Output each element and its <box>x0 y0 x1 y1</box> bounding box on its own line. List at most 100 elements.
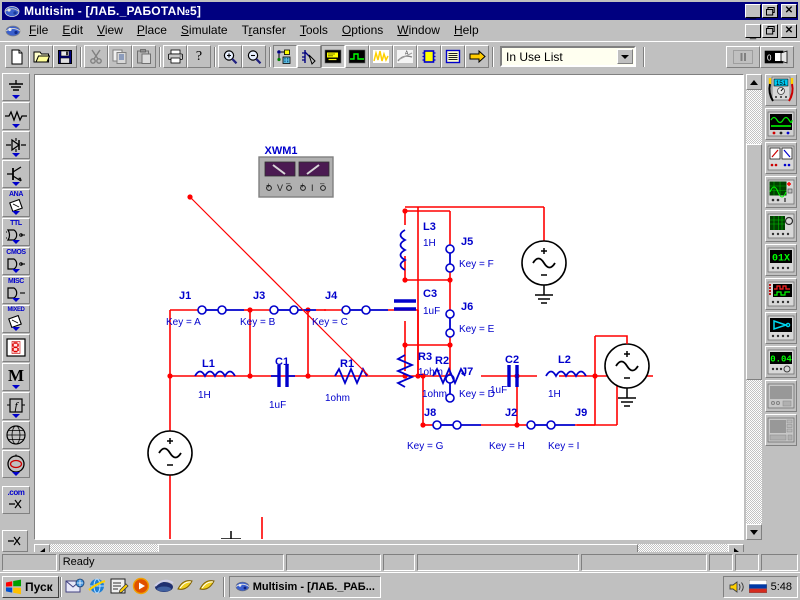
edu-shortcut-button[interactable] <box>2 530 28 552</box>
edu-palette-button[interactable]: .com <box>2 486 30 514</box>
cut-button[interactable] <box>84 45 108 68</box>
russian-flag-icon[interactable] <box>748 580 767 593</box>
status-panel-6 <box>735 553 760 571</box>
ground-left <box>221 531 241 539</box>
menu-file[interactable]: FFileile <box>22 21 55 40</box>
network-analyzer-button[interactable] <box>765 414 797 446</box>
speaker-icon[interactable] <box>729 580 745 594</box>
svg-text:Key = I: Key = I <box>548 441 579 452</box>
pause-simulation-button[interactable] <box>726 45 760 68</box>
shortcut-icon-1[interactable] <box>175 577 195 597</box>
run-simulation-button[interactable]: 0 <box>760 45 794 68</box>
properties-button[interactable] <box>321 45 345 68</box>
status-message: Ready <box>58 553 284 571</box>
menu-edit[interactable]: Edit <box>55 21 90 40</box>
svg-text:J7: J7 <box>461 366 473 378</box>
analog-palette-button[interactable]: ANA <box>2 189 30 217</box>
multisim-icon <box>235 581 249 592</box>
save-file-button[interactable] <box>53 45 77 68</box>
shortcut-icon-2[interactable] <box>197 577 217 597</box>
minimize-button[interactable]: _ <box>745 4 761 20</box>
paste-button[interactable] <box>132 45 156 68</box>
mdi-minimize-button[interactable]: _ <box>745 23 761 39</box>
menu-simulate[interactable]: Simulate <box>174 21 235 40</box>
logic-analyzer-button[interactable] <box>765 278 797 310</box>
indicators-palette-button[interactable] <box>2 334 30 362</box>
menu-options[interactable]: Options <box>335 21 390 40</box>
vertical-scroll-thumb[interactable] <box>746 144 762 380</box>
ic-button[interactable] <box>417 45 441 68</box>
zoom-out-button[interactable] <box>242 45 266 68</box>
restore-button[interactable] <box>762 4 778 18</box>
close-button[interactable]: ✕ <box>781 4 797 18</box>
netlist-button[interactable] <box>297 45 321 68</box>
in-use-list-combo[interactable]: In Use List <box>500 46 636 67</box>
schematic-document-window: .w { stroke:#ff0000; stroke-width:1.6; f… <box>32 72 762 560</box>
mixed-palette-button[interactable]: MIXED <box>2 305 30 333</box>
ttl-palette-button[interactable]: TTL <box>2 218 30 246</box>
wattmeter-button[interactable] <box>765 142 797 174</box>
zoom-in-button[interactable] <box>218 45 242 68</box>
spectrum-analyzer-button[interactable] <box>765 380 797 412</box>
clock[interactable]: 5:48 <box>771 581 792 593</box>
logic-converter-button[interactable] <box>765 312 797 344</box>
oscilloscope-instrument-button[interactable] <box>765 176 797 208</box>
misc-digital-palette-button[interactable]: MISC <box>2 276 30 304</box>
list-button[interactable] <box>441 45 465 68</box>
misc-components-palette-button[interactable]: M <box>2 363 30 391</box>
winamp-icon[interactable] <box>153 577 174 597</box>
taskbar-item-multisim[interactable]: Multisim - [ЛАБ._РАБ... <box>228 575 381 598</box>
multimeter-button[interactable]: 151 <box>765 74 797 106</box>
rf-palette-button[interactable] <box>2 421 30 449</box>
media-player-icon[interactable] <box>131 577 151 597</box>
print-button[interactable] <box>163 45 187 68</box>
outlook-express-icon[interactable] <box>65 577 85 597</box>
analysis-button[interactable] <box>369 45 393 68</box>
basic-palette-button[interactable] <box>2 102 30 130</box>
start-button[interactable]: Пуск <box>2 575 59 598</box>
multisim-icon <box>4 4 20 19</box>
distortion-analyzer-button[interactable]: 0.04 <box>765 346 797 378</box>
svg-text:01X: 01X <box>772 254 790 265</box>
notepad-icon[interactable] <box>109 577 129 597</box>
help-button[interactable]: ? <box>187 45 211 68</box>
mdi-document-icon[interactable] <box>4 23 22 39</box>
sources-palette-button[interactable] <box>2 73 30 101</box>
main-toolbar: ? A In Use List 0 <box>0 41 800 71</box>
mdi-restore-button[interactable] <box>762 23 778 38</box>
postprocessor-button[interactable]: A <box>393 45 417 68</box>
electromech-palette-button[interactable] <box>2 450 30 478</box>
transistors-palette-button[interactable] <box>2 160 30 188</box>
schematic-canvas[interactable]: .w { stroke:#ff0000; stroke-width:1.6; f… <box>34 74 744 540</box>
open-file-button[interactable] <box>29 45 53 68</box>
chevron-down-icon[interactable] <box>617 49 633 64</box>
word-generator-button[interactable]: 01X <box>765 244 797 276</box>
controls-palette-button[interactable]: f <box>2 392 30 420</box>
status-panel-5 <box>709 553 734 571</box>
svg-text:1uF: 1uF <box>423 306 440 317</box>
scroll-up-button[interactable] <box>746 74 762 90</box>
status-panel-4 <box>581 553 708 571</box>
mdi-close-button[interactable]: ✕ <box>781 23 797 38</box>
svg-text:R1: R1 <box>340 358 354 370</box>
vertical-scrollbar[interactable] <box>746 74 762 540</box>
copy-button[interactable] <box>108 45 132 68</box>
menu-help[interactable]: Help <box>447 21 486 40</box>
function-generator-button[interactable] <box>765 108 797 140</box>
dot-com-label: .com <box>7 488 25 497</box>
new-file-button[interactable] <box>5 45 29 68</box>
menu-place[interactable]: Place <box>130 21 174 40</box>
component-browser-button[interactable] <box>273 45 297 68</box>
menu-transfer[interactable]: Transfer <box>235 21 293 40</box>
internet-explorer-icon[interactable] <box>87 577 107 597</box>
menu-view[interactable]: View <box>90 21 130 40</box>
menu-window[interactable]: Window <box>390 21 447 40</box>
transfer-button[interactable] <box>465 45 489 68</box>
scroll-down-button[interactable] <box>746 524 762 540</box>
wattmeter-xwm1: + V – + I – <box>258 156 334 198</box>
menu-tools[interactable]: Tools <box>293 21 335 40</box>
bode-plotter-button[interactable] <box>765 210 797 242</box>
diodes-palette-button[interactable] <box>2 131 30 159</box>
oscilloscope-button[interactable] <box>345 45 369 68</box>
cmos-palette-button[interactable]: CMOS <box>2 247 30 275</box>
